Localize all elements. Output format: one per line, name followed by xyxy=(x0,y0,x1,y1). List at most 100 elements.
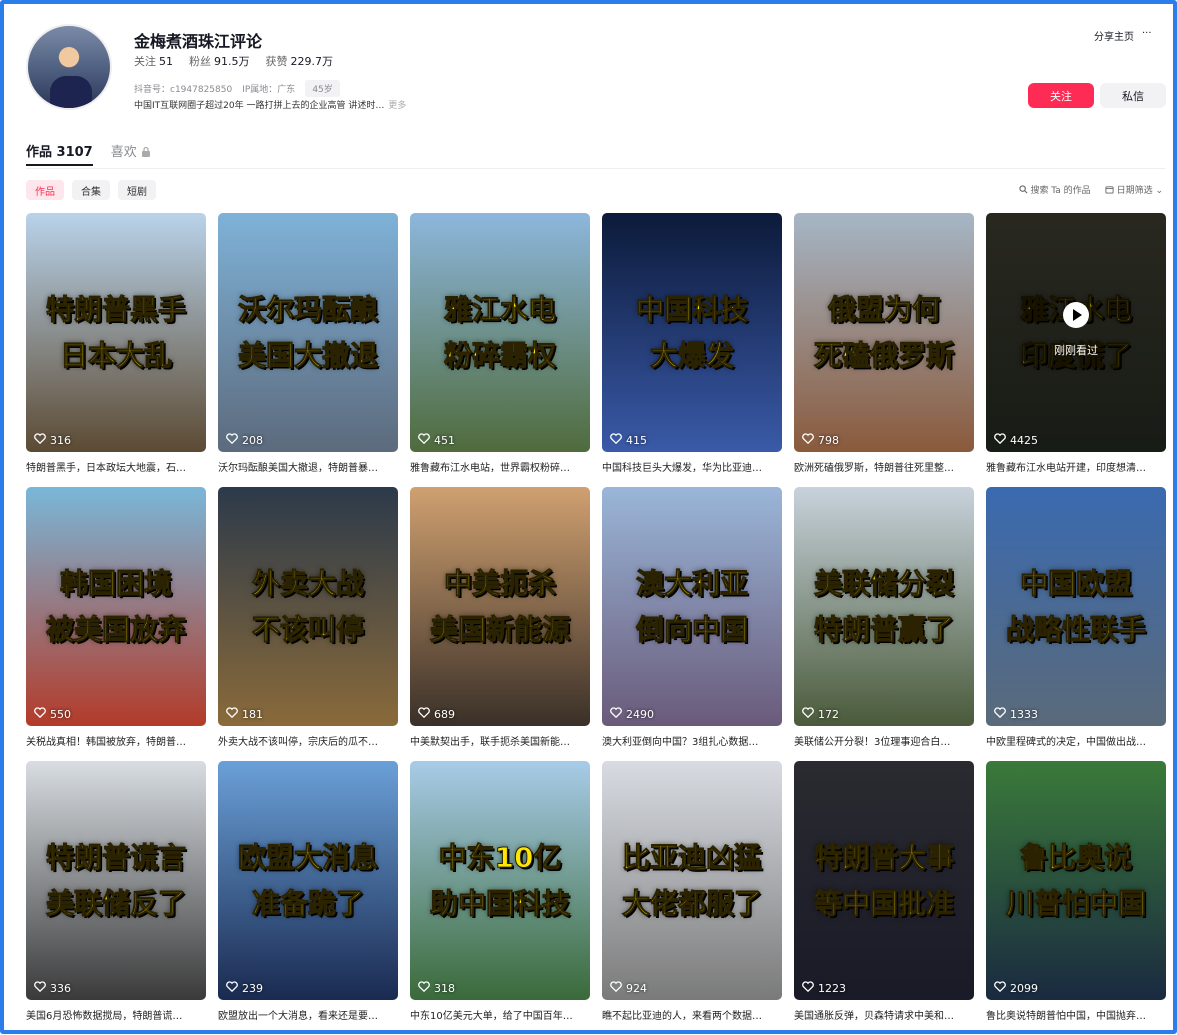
video-card[interactable]: 雅江水电 粉碎霸权 451 雅鲁藏布江水电站，世界霸权粉碎… xyxy=(410,213,590,487)
like-count: 316 xyxy=(34,433,71,447)
follow-button[interactable]: 关注 xyxy=(1028,83,1094,108)
video-card[interactable]: 中东10亿 助中国科技 318 中东10亿美元大单，给了中国百年… xyxy=(410,761,590,1035)
message-button[interactable]: 私信 xyxy=(1100,83,1166,108)
video-description[interactable]: 中美默契出手，联手扼杀美国新能… xyxy=(410,733,590,748)
video-card[interactable]: 特朗普大事 等中国批准 1223 美国通胀反弹，贝森特请求中美和… xyxy=(794,761,974,1035)
age-badge: 45岁 xyxy=(305,80,340,97)
video-thumbnail[interactable]: 比亚迪凶猛 大佬都服了 924 xyxy=(602,761,782,1000)
profile-stats: 关注 51 粉丝 91.5万 获赞 229.7万 xyxy=(134,53,333,69)
video-card[interactable]: 特朗普谎言 美联储反了 336 美国6月恐怖数据搅局，特朗普谎… xyxy=(26,761,206,1035)
video-description[interactable]: 美国6月恐怖数据搅局，特朗普谎… xyxy=(26,1007,206,1022)
video-card[interactable]: 外卖大战 不该叫停 181 外卖大战不该叫停，宗庆后的瓜不… xyxy=(218,487,398,761)
video-card[interactable]: 雅江水电印度慌了刚刚看过4425 雅鲁藏布江水电站开建，印度想清… xyxy=(986,213,1166,487)
video-thumbnail[interactable]: 美联储分裂 特朗普赢了 172 xyxy=(794,487,974,726)
like-count: 181 xyxy=(226,707,263,721)
video-thumbnail[interactable]: 韩国困境 被美国放弃 550 xyxy=(26,487,206,726)
video-thumbnail[interactable]: 雅江水电印度慌了刚刚看过4425 xyxy=(986,213,1166,452)
video-thumbnail[interactable]: 鲁比奥说 川普怕中国 2099 xyxy=(986,761,1166,1000)
video-title-overlay: 澳大利亚 倒向中国 xyxy=(635,567,748,647)
video-title-overlay: 美联储分裂 特朗普赢了 xyxy=(813,567,954,647)
date-filter[interactable]: 日期筛选 ⌄ xyxy=(1105,183,1163,196)
video-description[interactable]: 欧盟放出一个大消息，看来还是要… xyxy=(218,1007,398,1022)
video-card[interactable]: 俄盟为何 死磕俄罗斯 798 欧洲死磕俄罗斯，特朗普往死里整… xyxy=(794,213,974,487)
share-profile-link[interactable]: 分享主页 xyxy=(1094,28,1134,43)
video-thumbnail[interactable]: 沃尔玛酝酿 美国大撤退 208 xyxy=(218,213,398,452)
video-title-overlay: 欧盟大消息 准备跪了 xyxy=(237,841,378,921)
tab-works[interactable]: 作品 3107 xyxy=(26,141,93,166)
video-thumbnail[interactable]: 中东10亿 助中国科技 318 xyxy=(410,761,590,1000)
video-description[interactable]: 特朗普黑手，日本政坛大地震，石… xyxy=(26,459,206,474)
video-description[interactable]: 雅鲁藏布江水电站开建，印度想清… xyxy=(986,459,1166,474)
play-icon[interactable] xyxy=(1063,302,1089,328)
video-card[interactable]: 沃尔玛酝酿 美国大撤退 208 沃尔玛酝酿美国大撤退，特朗普暴… xyxy=(218,213,398,487)
grid-tools: 搜索 Ta 的作品 日期筛选 ⌄ xyxy=(1018,183,1163,196)
video-thumbnail[interactable]: 俄盟为何 死磕俄罗斯 798 xyxy=(794,213,974,452)
video-card[interactable]: 特朗普黑手 日本大乱 316 特朗普黑手，日本政坛大地震，石… xyxy=(26,213,206,487)
video-card[interactable]: 中国欧盟 战略性联手 1333 中欧里程碑式的决定，中国做出战… xyxy=(986,487,1166,761)
video-description[interactable]: 沃尔玛酝酿美国大撤退，特朗普暴… xyxy=(218,459,398,474)
video-title-overlay: 中国欧盟 战略性联手 xyxy=(1005,567,1146,647)
heart-icon xyxy=(802,981,814,995)
douyin-id: 抖音号：c1947825850 xyxy=(134,85,233,95)
video-card[interactable]: 澳大利亚 倒向中国 2490 澳大利亚倒向中国？3组扎心数据… xyxy=(602,487,782,761)
heart-icon xyxy=(418,981,430,995)
search-icon xyxy=(1018,185,1028,194)
video-card[interactable]: 中国科技 大爆发 415 中国科技巨头大爆发，华为比亚迪… xyxy=(602,213,782,487)
video-thumbnail[interactable]: 澳大利亚 倒向中国 2490 xyxy=(602,487,782,726)
like-count: 172 xyxy=(802,707,839,721)
video-thumbnail[interactable]: 特朗普谎言 美联储反了 336 xyxy=(26,761,206,1000)
profile-bio: 中国IT互联网圈子超过20年 一路打拼上去的企业高管 讲述时… 更多 xyxy=(134,98,406,111)
following-stat[interactable]: 关注 51 xyxy=(134,53,173,69)
video-title-overlay: 比亚迪凶猛 大佬都服了 xyxy=(621,841,762,921)
heart-icon xyxy=(994,707,1006,721)
tab-likes[interactable]: 喜欢 xyxy=(111,141,151,160)
like-count: 415 xyxy=(610,433,647,447)
like-count: 2490 xyxy=(610,707,654,721)
video-thumbnail[interactable]: 特朗普大事 等中国批准 1223 xyxy=(794,761,974,1000)
video-card[interactable]: 鲁比奥说 川普怕中国 2099 鲁比奥说特朗普怕中国，中国抛弃… xyxy=(986,761,1166,1035)
video-description[interactable]: 外卖大战不该叫停，宗庆后的瓜不… xyxy=(218,733,398,748)
like-count: 4425 xyxy=(994,433,1038,447)
video-thumbnail[interactable]: 中国欧盟 战略性联手 1333 xyxy=(986,487,1166,726)
ip-location: IP属地：广东 xyxy=(242,85,296,95)
like-count: 1333 xyxy=(994,707,1038,721)
video-description[interactable]: 澳大利亚倒向中国？3组扎心数据… xyxy=(602,733,782,748)
heart-icon xyxy=(610,707,622,721)
video-description[interactable]: 美联储公开分裂！3位理事迎合白… xyxy=(794,733,974,748)
video-description[interactable]: 雅鲁藏布江水电站，世界霸权粉碎… xyxy=(410,459,590,474)
video-card[interactable]: 韩国困境 被美国放弃 550 关税战真相！韩国被放弃，特朗普… xyxy=(26,487,206,761)
video-thumbnail[interactable]: 外卖大战 不该叫停 181 xyxy=(218,487,398,726)
chip-works[interactable]: 作品 xyxy=(26,180,64,200)
video-thumbnail[interactable]: 特朗普黑手 日本大乱 316 xyxy=(26,213,206,452)
chip-short-dramas[interactable]: 短剧 xyxy=(118,180,156,200)
video-thumbnail[interactable]: 欧盟大消息 准备跪了 239 xyxy=(218,761,398,1000)
avatar[interactable] xyxy=(26,24,112,110)
video-description[interactable]: 瞧不起比亚迪的人，来看两个数据… xyxy=(602,1007,782,1022)
video-description[interactable]: 鲁比奥说特朗普怕中国，中国抛弃… xyxy=(986,1007,1166,1022)
chip-collections[interactable]: 合集 xyxy=(72,180,110,200)
video-card[interactable]: 中美扼杀 美国新能源 689 中美默契出手，联手扼杀美国新能… xyxy=(410,487,590,761)
video-description[interactable]: 美国通胀反弹，贝森特请求中美和… xyxy=(794,1007,974,1022)
bio-text: 中国IT互联网圈子超过20年 一路打拼上去的企业高管 讲述时… xyxy=(134,101,385,111)
like-count: 451 xyxy=(418,433,455,447)
video-thumbnail[interactable]: 雅江水电 粉碎霸权 451 xyxy=(410,213,590,452)
like-count: 2099 xyxy=(994,981,1038,995)
video-card[interactable]: 欧盟大消息 准备跪了 239 欧盟放出一个大消息，看来还是要… xyxy=(218,761,398,1035)
profile-name: 金梅煮酒珠江评论 xyxy=(134,32,263,51)
video-description[interactable]: 中国科技巨头大爆发，华为比亚迪… xyxy=(602,459,782,474)
video-card[interactable]: 美联储分裂 特朗普赢了 172 美联储公开分裂！3位理事迎合白… xyxy=(794,487,974,761)
fans-stat[interactable]: 粉丝 91.5万 xyxy=(189,53,250,69)
like-count: 318 xyxy=(418,981,455,995)
video-thumbnail[interactable]: 中国科技 大爆发 415 xyxy=(602,213,782,452)
heart-icon xyxy=(34,981,46,995)
video-description[interactable]: 关税战真相！韩国被放弃，特朗普… xyxy=(26,733,206,748)
more-options-icon[interactable]: ··· xyxy=(1142,28,1152,43)
video-description[interactable]: 中欧里程碑式的决定，中国做出战… xyxy=(986,733,1166,748)
video-description[interactable]: 中东10亿美元大单，给了中国百年… xyxy=(410,1007,590,1022)
video-thumbnail[interactable]: 中美扼杀 美国新能源 689 xyxy=(410,487,590,726)
search-works[interactable]: 搜索 Ta 的作品 xyxy=(1018,183,1091,196)
video-description[interactable]: 欧洲死磕俄罗斯，特朗普往死里整… xyxy=(794,459,974,474)
bio-more-link[interactable]: 更多 xyxy=(388,101,406,111)
video-card[interactable]: 比亚迪凶猛 大佬都服了 924 瞧不起比亚迪的人，来看两个数据… xyxy=(602,761,782,1035)
like-count: 1223 xyxy=(802,981,846,995)
